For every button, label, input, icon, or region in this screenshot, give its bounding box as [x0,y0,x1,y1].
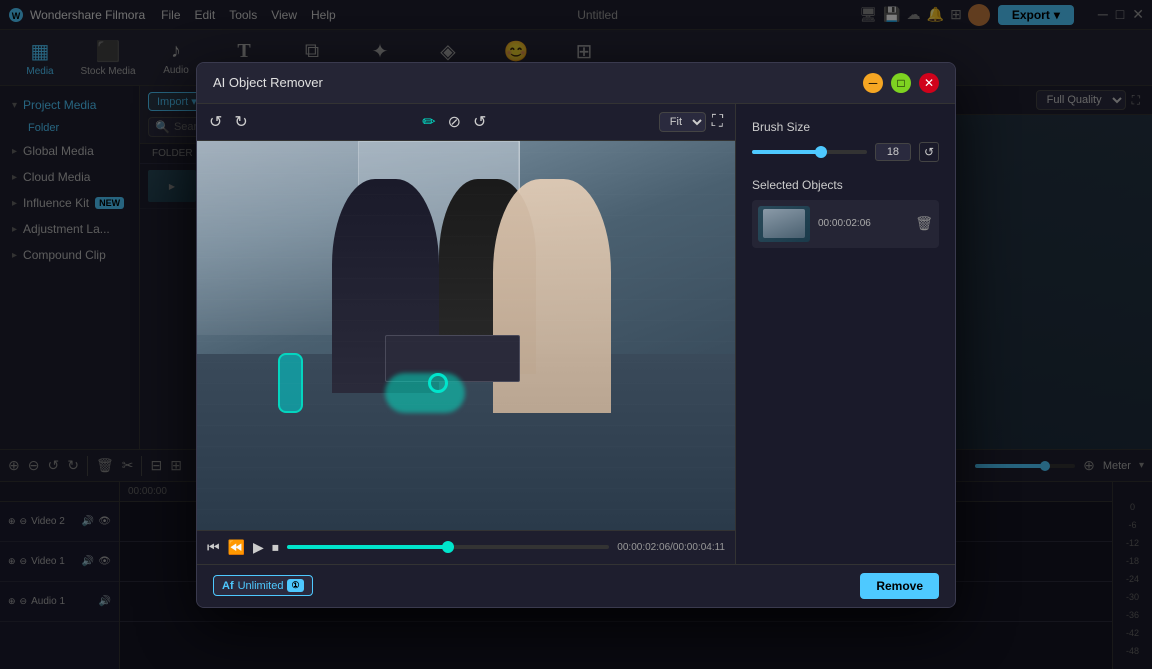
selected-objects-label: Selected Objects [752,178,939,192]
ai-icon: Af [222,580,234,592]
modal-video-toolbar: ↺ ↻ ✏ ⊘ ↺ Fit ⛶ [197,104,735,141]
modal-close-button[interactable]: ✕ [919,73,939,93]
ai-badge: Af Unlimited ① [213,575,313,596]
brush-size-label: Brush Size [752,120,939,134]
modal-maximize-button[interactable]: □ [891,73,911,93]
stop-button[interactable]: ⏹ [272,539,279,556]
modal-video-area: ↺ ↻ ✏ ⊘ ↺ Fit ⛶ [197,104,735,564]
modal-window-controls: ─ □ ✕ [863,73,939,93]
highlighted-object [278,353,303,413]
brush-value-input[interactable] [875,143,911,161]
modal-footer: Af Unlimited ① Remove [197,564,955,607]
modal-minimize-button[interactable]: ─ [863,73,883,93]
circle-indicator [428,373,448,393]
teal-highlight [385,373,465,413]
redo-tool-button[interactable]: ↻ [232,110,249,134]
skip-back-button[interactable]: ⏮ [207,539,220,556]
modal-header: AI Object Remover ─ □ ✕ [197,63,955,104]
modal-video-frame [197,141,735,530]
progress-bar[interactable] [287,545,609,549]
modal-overlay: AI Object Remover ─ □ ✕ ↺ ↻ ✏ ⊘ [0,0,1152,669]
progress-fill [287,545,448,549]
modal-right-panel: Brush Size ↺ Selected Objects [735,104,955,564]
modal-title: AI Object Remover [213,75,323,90]
selected-object-item: 00:00:02:06 🗑 [752,200,939,248]
modal-body: ↺ ↻ ✏ ⊘ ↺ Fit ⛶ [197,104,955,564]
playback-time: 00:00:02:06/00:00:04:11 [617,542,725,553]
selected-object-time: 00:00:02:06 [818,218,907,229]
selected-objects-section: Selected Objects 00:00:02:06 🗑 [752,178,939,248]
brush-slider-row: ↺ [752,142,939,162]
brush-section: Brush Size ↺ [752,120,939,162]
selected-thumb [758,206,810,242]
refresh-brush-button[interactable]: ↺ [919,142,939,162]
undo-tool-button[interactable]: ↺ [207,110,224,134]
unlimited-label: Unlimited [238,580,284,592]
paint-tool-button[interactable]: ✏ [420,110,437,134]
video-scene [197,141,735,530]
fit-select[interactable]: Fit [659,112,706,132]
brush-slider[interactable] [752,150,867,154]
delete-object-button[interactable]: 🗑 [915,215,933,232]
unlimited-count: ① [287,579,303,592]
play-button[interactable]: ▶ [253,539,264,556]
modal-playbar: ⏮ ⏪ ▶ ⏹ 00:00:02:06/00:00:04:11 [197,530,735,564]
remove-button[interactable]: Remove [860,573,939,599]
ai-object-remover-modal: AI Object Remover ─ □ ✕ ↺ ↻ ✏ ⊘ [196,62,956,608]
erase-tool-button[interactable]: ⊘ [446,110,463,134]
progress-thumb [442,541,454,553]
fullscreen-tool-button[interactable]: ⛶ [710,111,725,133]
restore-tool-button[interactable]: ↺ [471,110,488,134]
step-back-button[interactable]: ⏪ [228,539,245,556]
